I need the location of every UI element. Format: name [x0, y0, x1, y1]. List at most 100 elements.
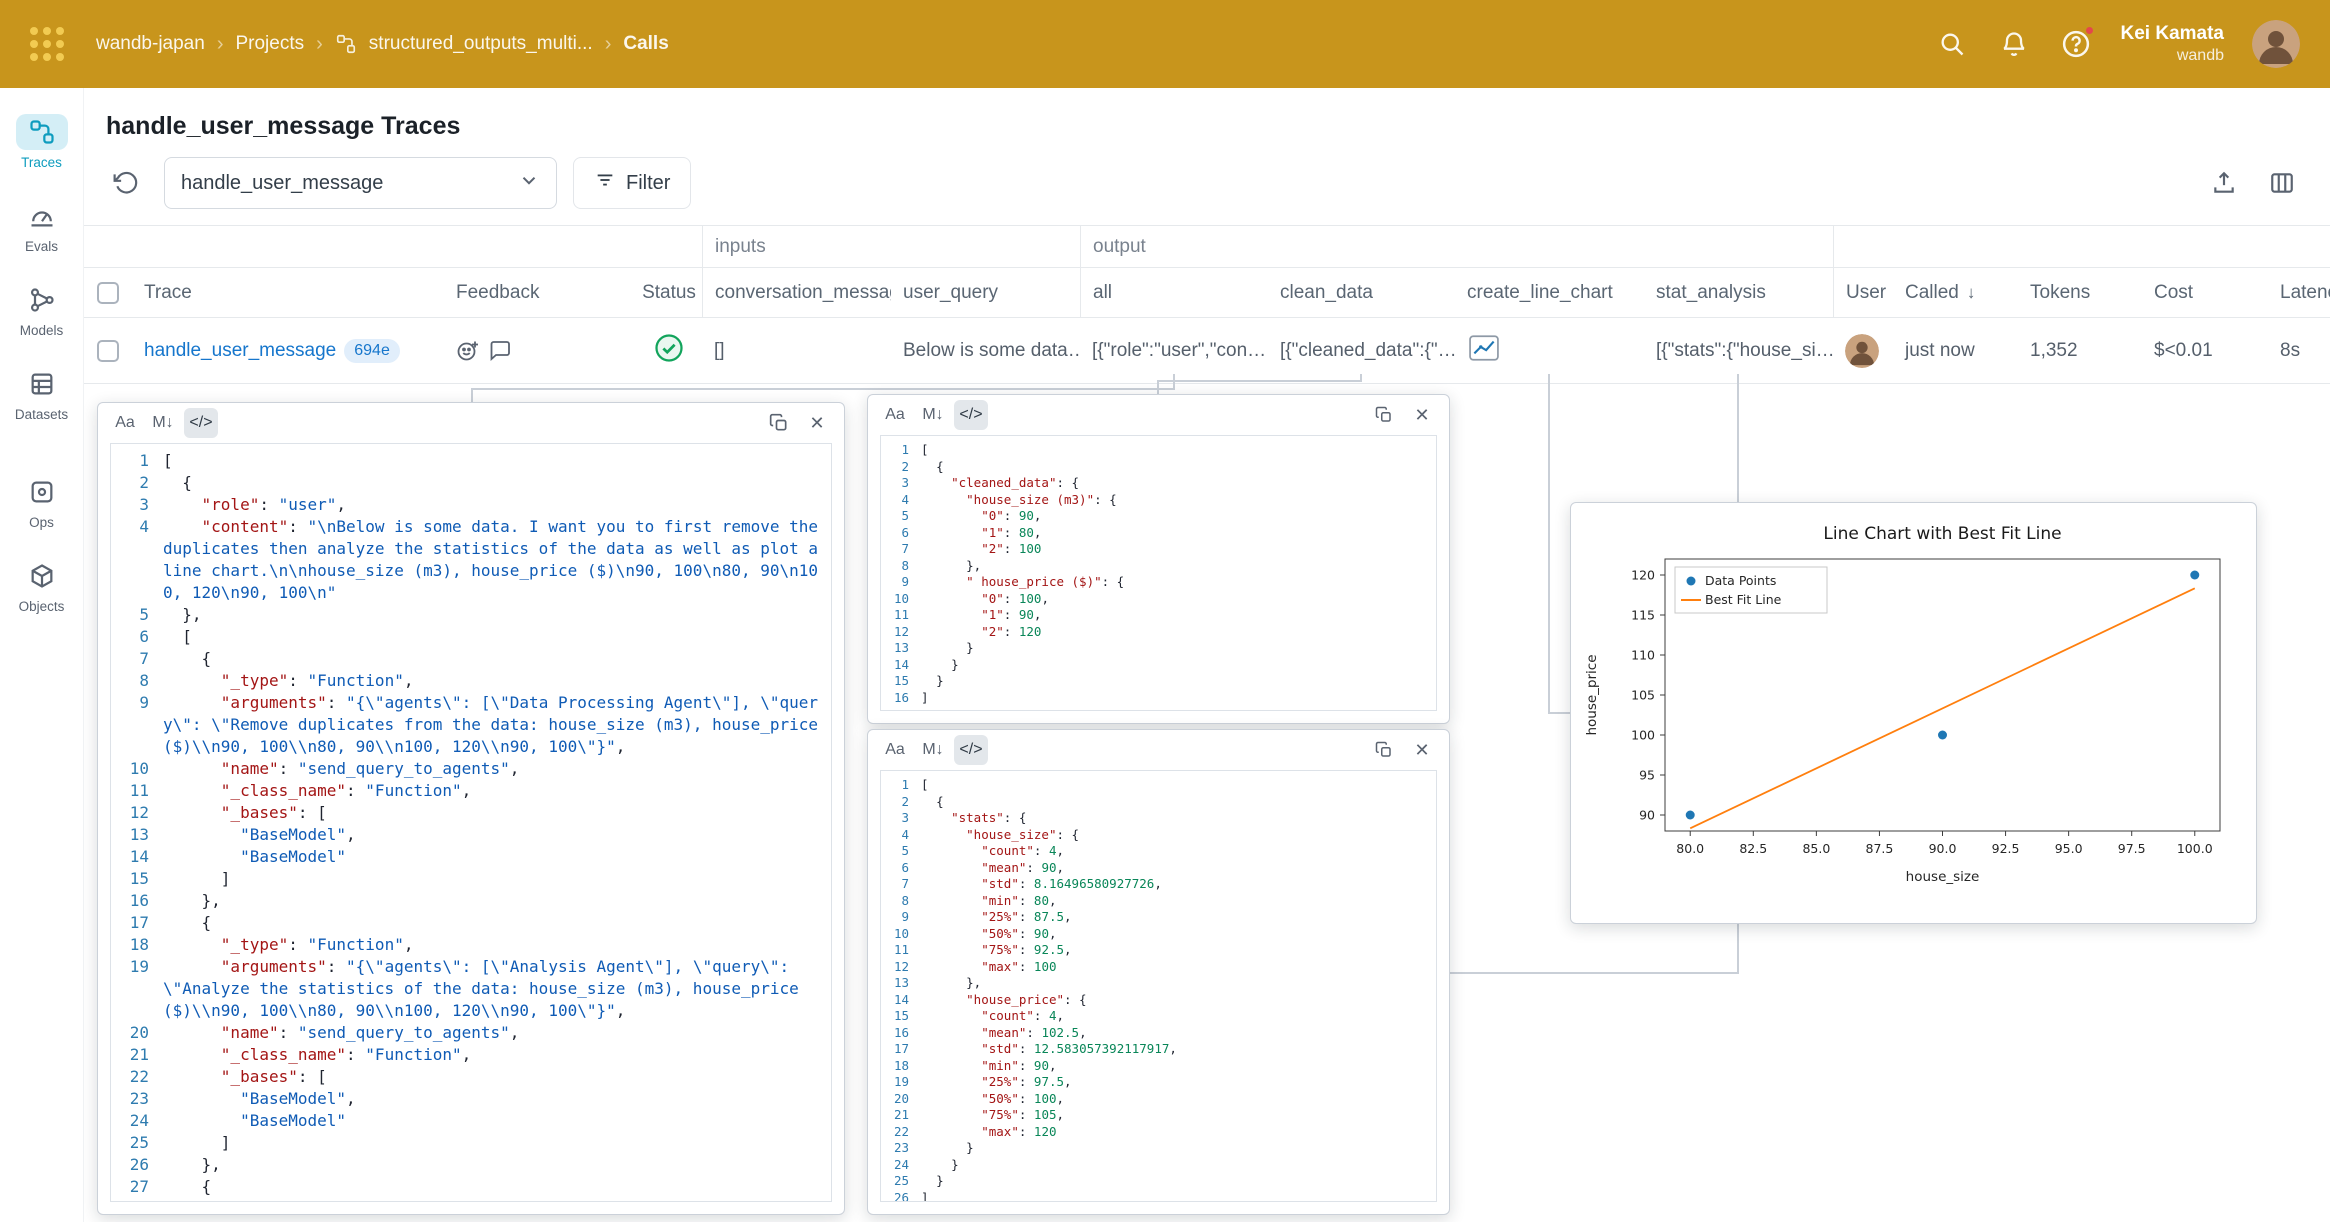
chart-thumbnail-icon[interactable] — [1467, 333, 1501, 369]
select-all-checkbox[interactable] — [97, 282, 119, 304]
col-header-user[interactable]: User — [1833, 268, 1893, 317]
col-header-feedback[interactable]: Feedback — [444, 282, 636, 304]
code-viewer[interactable]: 1[2 {3 "stats": {4 "house_size": {5 "cou… — [880, 770, 1437, 1202]
notifications-bell-icon[interactable] — [1997, 27, 2031, 61]
copy-icon[interactable] — [1367, 735, 1401, 765]
format-markdown-button[interactable]: M↓ — [146, 408, 180, 438]
line-chart-figure: Line Chart with Best Fit Line80.082.585.… — [1571, 503, 2256, 930]
col-header-stat-analysis[interactable]: stat_analysis — [1644, 282, 1833, 304]
cell-stat-analysis[interactable]: [{"stats":{"house_si… — [1644, 340, 1833, 362]
svg-text:house_size: house_size — [1906, 869, 1980, 885]
col-header-called[interactable]: Called ↓ — [1893, 282, 2018, 304]
svg-text:80.0: 80.0 — [1676, 841, 1704, 856]
svg-text:100.0: 100.0 — [2177, 841, 2213, 856]
status-success-icon — [654, 333, 684, 369]
connector-line — [1157, 380, 1362, 382]
svg-text:90: 90 — [1639, 808, 1655, 823]
sidebar-item-traces[interactable]: Traces — [0, 100, 84, 184]
add-reaction-icon[interactable] — [456, 339, 480, 363]
datasets-icon — [16, 366, 68, 402]
models-icon — [16, 282, 68, 318]
connector-line — [1450, 972, 1739, 974]
breadcrumb-separator: › — [217, 33, 224, 56]
col-header-status[interactable]: Status — [636, 282, 702, 304]
svg-text:82.5: 82.5 — [1739, 841, 1767, 856]
breadcrumb: wandb-japan › Projects › structured_outp… — [96, 33, 669, 56]
traces-icon — [16, 114, 68, 150]
row-user-avatar — [1845, 334, 1879, 368]
help-icon[interactable] — [2059, 27, 2093, 61]
popover-toolbar: Aa M↓ </> ✕ — [868, 730, 1449, 770]
code-viewer[interactable]: 1[2 {3 "role": "user",4 "content": "\nBe… — [110, 443, 832, 1202]
col-header-all[interactable]: all — [1080, 268, 1268, 317]
breadcrumb-calls[interactable]: Calls — [623, 33, 668, 55]
sidebar-item-models[interactable]: Models — [0, 268, 84, 352]
wandb-logo-icon[interactable] — [30, 27, 64, 61]
format-text-button[interactable]: Aa — [878, 735, 912, 765]
sidebar-item-evals[interactable]: Evals — [0, 184, 84, 268]
col-header-conversation-message[interactable]: conversation_message — [702, 268, 891, 317]
col-header-trace[interactable]: Trace — [132, 282, 444, 304]
cell-called: just now — [1893, 340, 2018, 362]
main-content: handle_user_message Traces handle_user_m… — [84, 88, 2330, 384]
svg-text:95.0: 95.0 — [2055, 841, 2083, 856]
traces-table: inputs output Trace Feedback Status conv… — [84, 225, 2330, 384]
copy-icon[interactable] — [762, 408, 796, 438]
svg-text:110: 110 — [1631, 648, 1655, 663]
trace-link[interactable]: handle_user_message — [144, 340, 336, 362]
col-header-create-line-chart[interactable]: create_line_chart — [1455, 282, 1644, 304]
col-header-user-query[interactable]: user_query — [891, 282, 1080, 304]
cell-conversation-message[interactable]: [] — [702, 340, 891, 362]
app-root: wandb-japan › Projects › structured_outp… — [0, 0, 2330, 1222]
close-icon[interactable]: ✕ — [1405, 400, 1439, 430]
breadcrumb-org[interactable]: wandb-japan — [96, 33, 205, 55]
breadcrumb-separator: › — [316, 33, 323, 56]
col-header-latency[interactable]: Latency — [2268, 282, 2330, 304]
breadcrumb-projects[interactable]: Projects — [235, 33, 304, 55]
format-text-button[interactable]: Aa — [108, 408, 142, 438]
objects-icon — [16, 558, 68, 594]
filter-button[interactable]: Filter — [573, 157, 691, 209]
user-avatar[interactable] — [2252, 20, 2300, 68]
close-icon[interactable]: ✕ — [800, 408, 834, 438]
svg-text:87.5: 87.5 — [1866, 841, 1894, 856]
cell-clean-data[interactable]: [{"cleaned_data":{"… — [1268, 340, 1455, 362]
sort-desc-icon[interactable]: ↓ — [1967, 283, 1976, 303]
format-code-button[interactable]: </> — [954, 735, 988, 765]
format-markdown-button[interactable]: M↓ — [916, 400, 950, 430]
popover-stat-analysis: Aa M↓ </> ✕ 1[2 {3 "stats": {4 "house_si… — [867, 729, 1450, 1215]
row-checkbox[interactable] — [97, 340, 119, 362]
sidebar-item-datasets[interactable]: Datasets — [0, 352, 84, 436]
col-header-tokens[interactable]: Tokens — [2018, 282, 2142, 304]
cell-create-line-chart[interactable] — [1455, 333, 1644, 369]
copy-icon[interactable] — [1367, 400, 1401, 430]
cell-all[interactable]: [{"role":"user","con… — [1080, 340, 1268, 362]
column-settings-icon[interactable] — [2260, 161, 2304, 205]
op-selector-dropdown[interactable]: handle_user_message — [164, 157, 557, 209]
code-viewer[interactable]: 1[2 {3 "cleaned_data": {4 "house_size (m… — [880, 435, 1437, 711]
popover-toolbar: Aa M↓ </> ✕ — [98, 403, 844, 443]
refresh-button[interactable] — [104, 161, 148, 205]
table-row[interactable]: handle_user_message 694e [] — [84, 318, 2330, 384]
col-header-clean-data[interactable]: clean_data — [1268, 282, 1455, 304]
export-button[interactable] — [2202, 161, 2246, 205]
sidebar-label: Evals — [25, 239, 58, 254]
close-icon[interactable]: ✕ — [1405, 735, 1439, 765]
group-header-inputs: inputs — [702, 226, 1080, 267]
format-code-button[interactable]: </> — [184, 408, 218, 438]
svg-text:Line Chart with Best Fit Line: Line Chart with Best Fit Line — [1823, 524, 2061, 544]
svg-text:115: 115 — [1631, 608, 1655, 623]
search-icon[interactable] — [1935, 27, 1969, 61]
col-header-cost[interactable]: Cost — [2142, 282, 2268, 304]
sidebar-item-objects[interactable]: Objects — [0, 544, 84, 628]
cell-user-query[interactable]: Below is some data… — [891, 340, 1080, 362]
format-text-button[interactable]: Aa — [878, 400, 912, 430]
sidebar-item-ops[interactable]: Ops — [0, 460, 84, 544]
breadcrumb-project[interactable]: structured_outputs_multi... — [369, 33, 593, 55]
format-code-button[interactable]: </> — [954, 400, 988, 430]
svg-text:97.5: 97.5 — [2118, 841, 2146, 856]
format-markdown-button[interactable]: M↓ — [916, 735, 950, 765]
svg-text:92.5: 92.5 — [1992, 841, 2020, 856]
comment-icon[interactable] — [488, 339, 512, 363]
group-header-output: output — [1080, 226, 1833, 267]
